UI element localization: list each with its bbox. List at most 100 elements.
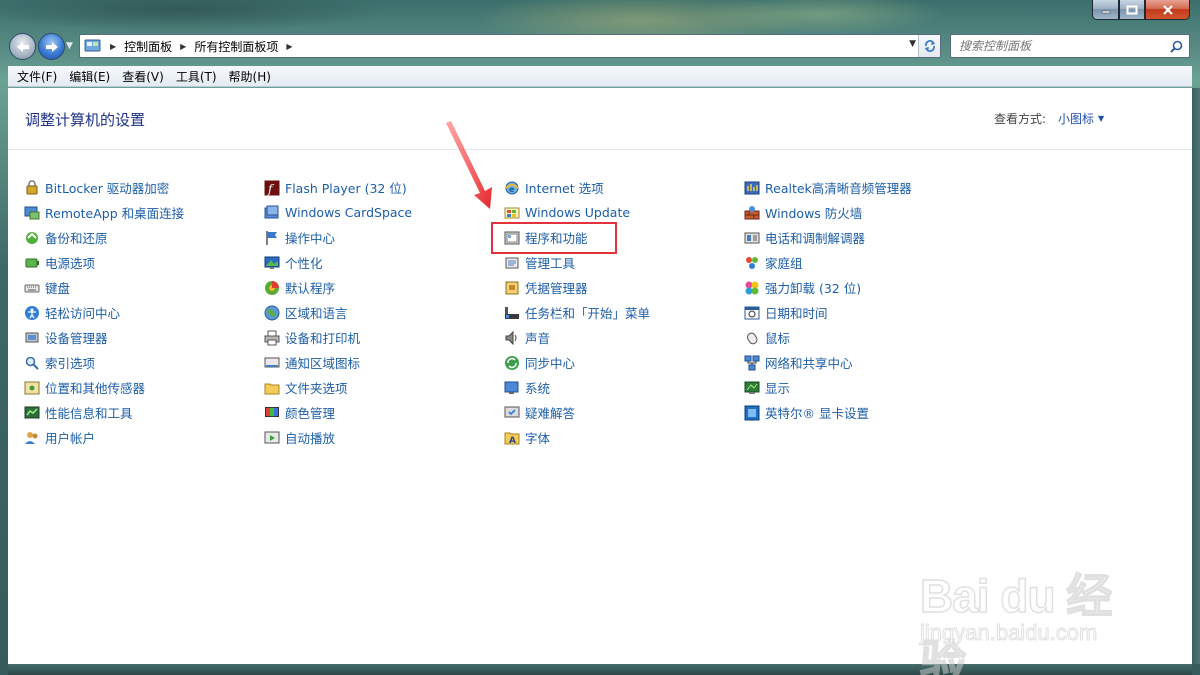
refresh-button[interactable]	[918, 35, 940, 57]
cp-item-ease-of-access[interactable]: 轻松访问中心	[24, 300, 264, 325]
cp-item-internet-options[interactable]: e Internet 选项	[504, 175, 744, 200]
cp-item-fonts[interactable]: A 字体	[504, 425, 744, 450]
cp-item-intel-graphics[interactable]: 英特尔® 显卡设置	[744, 400, 984, 425]
cp-item-uninstall[interactable]: 强力卸载 (32 位)	[744, 275, 984, 300]
cp-item-label: Windows CardSpace	[285, 205, 413, 220]
address-bar[interactable]: ▶ 控制面板 ▶ 所有控制面板项 ▶ ▼	[79, 34, 941, 58]
breadcrumb-all-items[interactable]: 所有控制面板项	[194, 38, 278, 55]
cp-item-label: RemoteApp 和桌面连接	[45, 206, 185, 221]
address-history-dropdown[interactable]: ▼	[909, 39, 916, 49]
breadcrumb-control-panel[interactable]: 控制面板	[124, 38, 172, 55]
minimize-button[interactable]	[1092, 0, 1119, 20]
cp-item-backup[interactable]: 备份和还原	[24, 225, 264, 250]
cp-item-troubleshooting[interactable]: 疑难解答	[504, 400, 744, 425]
cp-item-credential-manager[interactable]: 凭据管理器	[504, 275, 744, 300]
cp-item-label: Internet 选项	[525, 181, 604, 196]
minimize-icon	[1101, 10, 1110, 13]
search-input[interactable]	[959, 39, 1159, 53]
back-arrow-icon	[16, 41, 29, 52]
cp-item-label: 备份和还原	[45, 231, 108, 246]
cp-item-performance[interactable]: 性能信息和工具	[24, 400, 264, 425]
cp-item-label: 键盘	[45, 281, 71, 296]
menu-file[interactable]: 文件(F)	[12, 68, 62, 85]
sound-icon	[504, 330, 520, 346]
cp-item-device-manager[interactable]: 设备管理器	[24, 325, 264, 350]
view-mode-dropdown[interactable]: 小图标 ▼	[1058, 110, 1104, 127]
ease-of-access-icon	[24, 305, 40, 321]
cp-item-firewall[interactable]: Windows 防火墙	[744, 200, 984, 225]
cp-item-user-accounts[interactable]: 用户帐户	[24, 425, 264, 450]
close-icon	[1162, 4, 1173, 15]
cp-item-action-center[interactable]: 操作中心	[264, 225, 504, 250]
cp-item-homegroup[interactable]: 家庭组	[744, 250, 984, 275]
cp-item-folder-options[interactable]: 文件夹选项	[264, 375, 504, 400]
cp-item-label: Flash Player (32 位)	[285, 181, 407, 196]
cp-item-label: 通知区域图标	[285, 356, 361, 371]
cp-item-remoteapp[interactable]: RemoteApp 和桌面连接	[24, 200, 264, 225]
forward-button[interactable]	[38, 33, 65, 60]
view-mode-value: 小图标	[1058, 112, 1095, 126]
region-icon	[264, 305, 280, 321]
admin-tools-icon	[504, 255, 520, 271]
cp-item-label: 文件夹选项	[285, 381, 348, 396]
cp-item-network[interactable]: 网络和共享中心	[744, 350, 984, 375]
cp-item-system[interactable]: 系统	[504, 375, 744, 400]
cp-item-sync-center[interactable]: 同步中心	[504, 350, 744, 375]
cp-item-sensors[interactable]: 位置和其他传感器	[24, 375, 264, 400]
cp-item-label: 凭据管理器	[525, 281, 588, 296]
menu-help[interactable]: 帮助(H)	[224, 68, 276, 85]
personalization-icon	[264, 255, 280, 271]
cp-item-label: 操作中心	[285, 231, 336, 246]
cp-item-realtek-audio[interactable]: Realtek高清晰音频管理器	[744, 175, 984, 200]
cp-item-phone-modem[interactable]: 电话和调制解调器	[744, 225, 984, 250]
menu-tools[interactable]: 工具(T)	[171, 68, 222, 85]
cp-item-label: 鼠标	[765, 331, 791, 346]
refresh-icon	[924, 40, 935, 52]
cp-item-bitlocker[interactable]: BitLocker 驱动器加密	[24, 175, 264, 200]
network-icon	[744, 355, 760, 371]
firewall-icon	[744, 205, 760, 221]
cp-item-notification[interactable]: 通知区域图标	[264, 350, 504, 375]
cp-item-region[interactable]: 区域和语言	[264, 300, 504, 325]
cp-item-label: 设备管理器	[45, 331, 108, 346]
header-divider	[8, 149, 1192, 150]
cp-item-label: 字体	[525, 431, 551, 446]
cp-item-keyboard[interactable]: 键盘	[24, 275, 264, 300]
mouse-icon	[744, 330, 760, 346]
cp-item-label: 默认程序	[285, 281, 336, 296]
cp-item-label: 电话和调制解调器	[765, 231, 866, 246]
folder-options-icon	[264, 380, 280, 396]
back-button[interactable]	[9, 33, 36, 60]
notification-icon	[264, 355, 280, 371]
display-icon	[744, 380, 760, 396]
cp-item-color-management[interactable]: 颜色管理	[264, 400, 504, 425]
cp-item-printer[interactable]: 设备和打印机	[264, 325, 504, 350]
cp-item-autoplay[interactable]: 自动播放	[264, 425, 504, 450]
cp-item-taskbar[interactable]: 任务栏和「开始」菜单	[504, 300, 744, 325]
cp-item-display[interactable]: 显示	[744, 375, 984, 400]
recent-pages-dropdown[interactable]: ▼	[66, 41, 73, 51]
cp-item-mouse[interactable]: 鼠标	[744, 325, 984, 350]
cp-item-label: 任务栏和「开始」菜单	[525, 306, 651, 321]
cp-item-default-programs[interactable]: 默认程序	[264, 275, 504, 300]
cp-item-label: 轻松访问中心	[45, 306, 121, 321]
taskbar-icon	[504, 305, 520, 321]
chevron-down-icon: ▼	[1098, 114, 1105, 123]
menu-view[interactable]: 查看(V)	[117, 68, 169, 85]
window-caption-buttons	[1092, 0, 1190, 20]
cp-item-label: 强力卸载 (32 位)	[765, 281, 862, 296]
cp-item-personalization[interactable]: 个性化	[264, 250, 504, 275]
cp-item-sound[interactable]: 声音	[504, 325, 744, 350]
cp-item-indexing[interactable]: 索引选项	[24, 350, 264, 375]
cp-item-date-time[interactable]: 日期和时间	[744, 300, 984, 325]
items-column-4: Realtek高清晰音频管理器 Windows 防火墙电话和调制解调器家庭组强力卸…	[744, 175, 984, 425]
cp-item-label: Windows Update	[525, 205, 631, 220]
page-title: 调整计算机的设置	[25, 111, 146, 129]
close-button[interactable]	[1145, 0, 1190, 20]
cp-item-label: 用户帐户	[45, 431, 96, 446]
maximize-button[interactable]	[1119, 0, 1145, 20]
search-box[interactable]	[950, 34, 1190, 58]
cp-item-power[interactable]: 电源选项	[24, 250, 264, 275]
menu-edit[interactable]: 编辑(E)	[64, 68, 115, 85]
view-by-label: 查看方式:	[994, 112, 1047, 126]
